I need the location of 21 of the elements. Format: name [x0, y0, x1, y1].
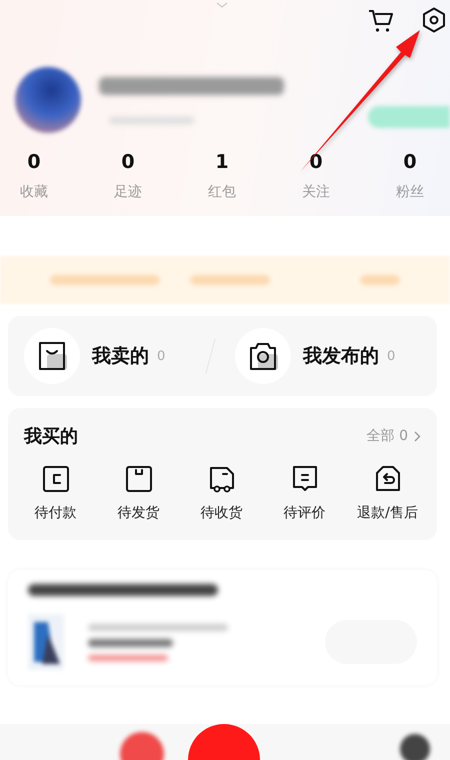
order-entry[interactable]: 待发货: [97, 464, 180, 522]
avatar[interactable]: [15, 67, 81, 133]
stat-value[interactable]: 1: [215, 150, 229, 174]
chevron-down-icon: [216, 2, 228, 8]
order-entry[interactable]: 待评价: [263, 464, 346, 522]
wallet-icon: [40, 464, 70, 494]
order-entry[interactable]: 退款/售后: [346, 464, 429, 522]
order-entry[interactable]: 待收货: [180, 464, 263, 522]
sell-entry[interactable]: 我卖的 0: [24, 328, 210, 384]
settings-icon[interactable]: [422, 7, 446, 33]
chevron-right-icon: [414, 430, 421, 442]
blurred-icon[interactable]: [400, 734, 430, 760]
box-icon: [124, 464, 154, 494]
cart-icon[interactable]: [368, 9, 394, 33]
stat-value[interactable]: 0: [121, 150, 135, 174]
order-entry[interactable]: 待付款: [14, 464, 97, 522]
stat-value[interactable]: 0: [27, 150, 41, 174]
sell-entry[interactable]: 我发布的 0: [235, 328, 421, 384]
stat-value[interactable]: 0: [309, 150, 323, 174]
stat-value[interactable]: 0: [403, 150, 417, 174]
section-title: 我买的: [24, 425, 78, 448]
